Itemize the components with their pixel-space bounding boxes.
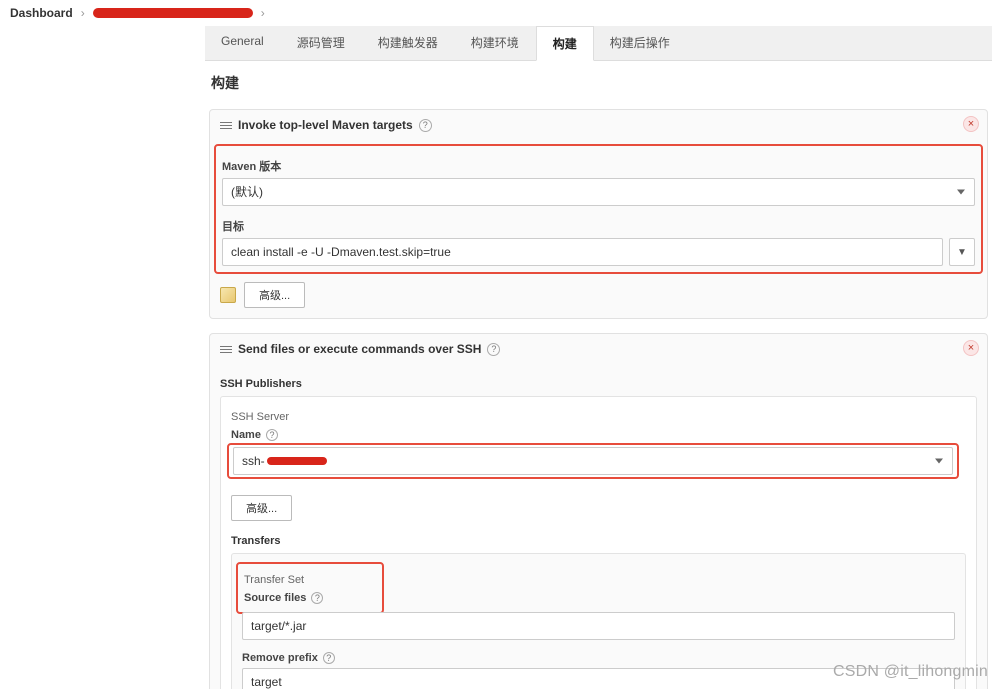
redacted-text (267, 457, 327, 465)
source-files-label: Source files (244, 592, 306, 604)
close-icon[interactable]: × (963, 340, 979, 356)
tab-build[interactable]: 构建 (536, 26, 594, 61)
transfer-set-label: Transfer Set (244, 574, 376, 586)
ssh-server-panel: SSH Server Name ? ssh- 高级... Transfers (220, 396, 977, 689)
highlight-annotation: Maven 版本 (默认) 目标 ▼ (214, 144, 983, 274)
tab-triggers[interactable]: 构建触发器 (362, 26, 455, 60)
chevron-right-icon: › (261, 6, 265, 20)
panel-title: Send files or execute commands over SSH (238, 342, 481, 356)
panel-title: Invoke top-level Maven targets (238, 118, 413, 132)
tab-general[interactable]: General (205, 26, 281, 60)
transfer-set-panel: Transfer Set Source files ? Remove prefi… (231, 553, 966, 689)
notepad-icon (220, 287, 236, 303)
maven-goal-input[interactable] (222, 238, 943, 266)
remove-prefix-input[interactable] (242, 668, 955, 689)
tab-build-env[interactable]: 构建环境 (455, 26, 536, 60)
close-icon[interactable]: × (963, 116, 979, 132)
help-icon[interactable]: ? (266, 429, 278, 441)
drag-handle-icon[interactable] (220, 122, 232, 129)
remove-prefix-label: Remove prefix (242, 652, 318, 664)
breadcrumb-root[interactable]: Dashboard (10, 6, 73, 20)
transfers-label: Transfers (231, 535, 966, 547)
maven-version-select[interactable]: (默认) (222, 178, 975, 206)
highlight-annotation: ssh- (227, 443, 959, 479)
drag-handle-icon[interactable] (220, 346, 232, 353)
help-icon[interactable]: ? (311, 592, 323, 604)
section-title-build: 构建 (205, 61, 992, 103)
chevron-right-icon: › (81, 6, 85, 20)
ssh-server-label: SSH Server (231, 411, 966, 423)
breadcrumb: Dashboard › › (0, 0, 1000, 26)
help-icon[interactable]: ? (419, 119, 432, 132)
maven-goal-label: 目标 (222, 218, 975, 234)
ssh-server-select[interactable]: ssh- (233, 447, 953, 475)
help-icon[interactable]: ? (487, 343, 500, 356)
maven-build-step-panel: × Invoke top-level Maven targets ? Maven… (209, 109, 988, 319)
ssh-publishers-label: SSH Publishers (220, 378, 977, 390)
config-tabs: General 源码管理 构建触发器 构建环境 构建 构建后操作 (205, 26, 992, 61)
help-icon[interactable]: ? (323, 652, 335, 664)
highlight-annotation: Transfer Set Source files ? (236, 562, 384, 614)
ssh-build-step-panel: × Send files or execute commands over SS… (209, 333, 988, 689)
source-files-input[interactable] (242, 612, 955, 640)
advanced-button[interactable]: 高级... (231, 495, 292, 521)
dropdown-toggle-button[interactable]: ▼ (949, 238, 975, 266)
advanced-button[interactable]: 高级... (244, 282, 305, 308)
tab-post-build[interactable]: 构建后操作 (594, 26, 687, 60)
tab-scm[interactable]: 源码管理 (281, 26, 362, 60)
maven-version-label: Maven 版本 (222, 158, 975, 174)
ssh-name-label: Name (231, 429, 261, 441)
breadcrumb-item-redacted[interactable] (93, 8, 253, 18)
